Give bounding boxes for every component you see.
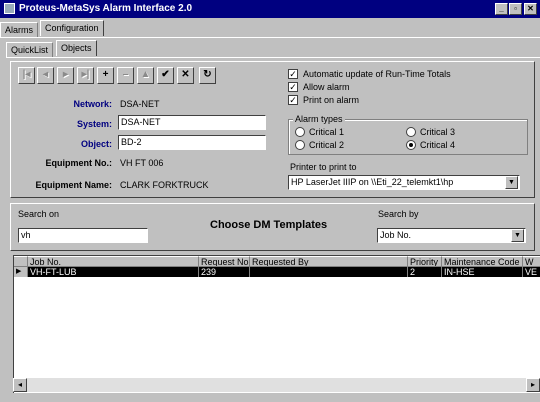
tab-divider: [0, 37, 540, 38]
horizontal-scrollbar[interactable]: ◂ ▸: [13, 378, 540, 392]
column-header-job-no[interactable]: Job No.: [28, 256, 199, 267]
column-header-w[interactable]: W: [523, 256, 540, 267]
allow-alarm-checkbox[interactable]: ✓: [288, 82, 298, 92]
search-on-label: Search on: [18, 209, 60, 219]
cell-maintenance-code: IN-HSE: [442, 267, 523, 277]
column-header-priority[interactable]: Priority: [408, 256, 442, 267]
delete-record-button[interactable]: –: [117, 67, 134, 84]
equipment-name-value: CLARK FORKTRUCK: [120, 180, 209, 190]
object-label: Object:: [80, 139, 112, 149]
column-header-requested-by[interactable]: Requested By: [250, 256, 408, 267]
network-label: Network:: [73, 99, 112, 109]
choose-dm-templates-heading: Choose DM Templates: [210, 219, 328, 231]
row-indicator-header: [14, 256, 28, 267]
minimize-button[interactable]: _: [495, 3, 508, 15]
critical-3-label: Critical 3: [420, 127, 456, 137]
cell-w: VE: [523, 267, 540, 277]
next-record-button[interactable]: ▸: [57, 67, 74, 84]
system-label: System:: [76, 119, 112, 129]
equipment-no-value: VH FT 006: [120, 158, 164, 168]
window-title: Proteus-MetaSys Alarm Interface 2.0: [19, 3, 193, 14]
close-button[interactable]: ✕: [524, 3, 537, 15]
table-row[interactable]: ▶ VH-FT-LUB 239 2 IN-HSE VE: [14, 267, 540, 277]
critical-2-radio[interactable]: [295, 140, 305, 150]
search-on-input[interactable]: vh: [18, 228, 148, 243]
equipment-no-label: Equipment No.:: [45, 158, 113, 168]
cell-request-no: 239: [199, 267, 250, 277]
tab-quicklist[interactable]: QuickList: [6, 42, 54, 58]
tab-configuration[interactable]: Configuration: [40, 20, 104, 36]
post-record-button[interactable]: ✔: [157, 67, 174, 84]
app-icon: [4, 3, 15, 14]
scroll-right-icon[interactable]: ▸: [526, 378, 540, 392]
object-field[interactable]: BD-2: [118, 135, 266, 150]
critical-4-radio[interactable]: [406, 140, 416, 150]
critical-3-radio[interactable]: [406, 127, 416, 137]
edit-record-button[interactable]: ▲: [137, 67, 154, 84]
cell-requested-by: [250, 267, 408, 277]
column-header-request-no[interactable]: Request No.: [199, 256, 250, 267]
cell-priority: 2: [408, 267, 442, 277]
scroll-left-icon[interactable]: ◂: [13, 378, 27, 392]
title-bar[interactable]: Proteus-MetaSys Alarm Interface 2.0 _ ▫ …: [0, 0, 540, 18]
search-by-label: Search by: [378, 209, 419, 219]
last-record-button[interactable]: ▸|: [77, 67, 94, 84]
network-value: DSA-NET: [120, 99, 160, 109]
row-indicator-icon: ▶: [14, 267, 28, 277]
critical-2-label: Critical 2: [309, 140, 345, 150]
first-record-button[interactable]: |◂: [18, 67, 35, 84]
auto-update-label: Automatic update of Run-Time Totals: [303, 69, 451, 79]
critical-1-label: Critical 1: [309, 127, 345, 137]
print-on-alarm-label: Print on alarm: [303, 95, 360, 105]
critical-1-radio[interactable]: [295, 127, 305, 137]
printer-label: Printer to print to: [290, 162, 357, 172]
add-record-button[interactable]: +: [97, 67, 114, 84]
critical-4-label: Critical 4: [420, 140, 456, 150]
cell-job-no: VH-FT-LUB: [28, 267, 199, 277]
templates-grid[interactable]: Job No. Request No. Requested By Priorit…: [13, 255, 540, 393]
alarm-types-title: Alarm types: [293, 114, 345, 124]
refresh-button[interactable]: ↻: [199, 67, 216, 84]
subtab-divider: [6, 57, 540, 58]
prev-record-button[interactable]: ◂: [37, 67, 54, 84]
auto-update-checkbox[interactable]: ✓: [288, 69, 298, 79]
search-by-dropdown-arrow-icon[interactable]: ▼: [511, 229, 524, 242]
printer-select[interactable]: HP LaserJet IIIP on \\Eti_22_telemkt1\hp: [288, 175, 520, 190]
app-window: Proteus-MetaSys Alarm Interface 2.0 _ ▫ …: [0, 0, 540, 402]
print-on-alarm-checkbox[interactable]: ✓: [288, 95, 298, 105]
tab-alarms[interactable]: Alarms: [0, 22, 39, 38]
system-field[interactable]: DSA-NET: [118, 115, 266, 130]
equipment-name-label: Equipment Name:: [35, 180, 112, 190]
search-by-select[interactable]: Job No.: [377, 228, 526, 243]
column-header-maintenance-code[interactable]: Maintenance Code: [442, 256, 523, 267]
cancel-record-button[interactable]: ✕: [177, 67, 194, 84]
printer-dropdown-arrow-icon[interactable]: ▼: [505, 176, 518, 189]
allow-alarm-label: Allow alarm: [303, 82, 350, 92]
tab-objects[interactable]: Objects: [56, 40, 97, 56]
restore-button[interactable]: ▫: [509, 3, 522, 15]
